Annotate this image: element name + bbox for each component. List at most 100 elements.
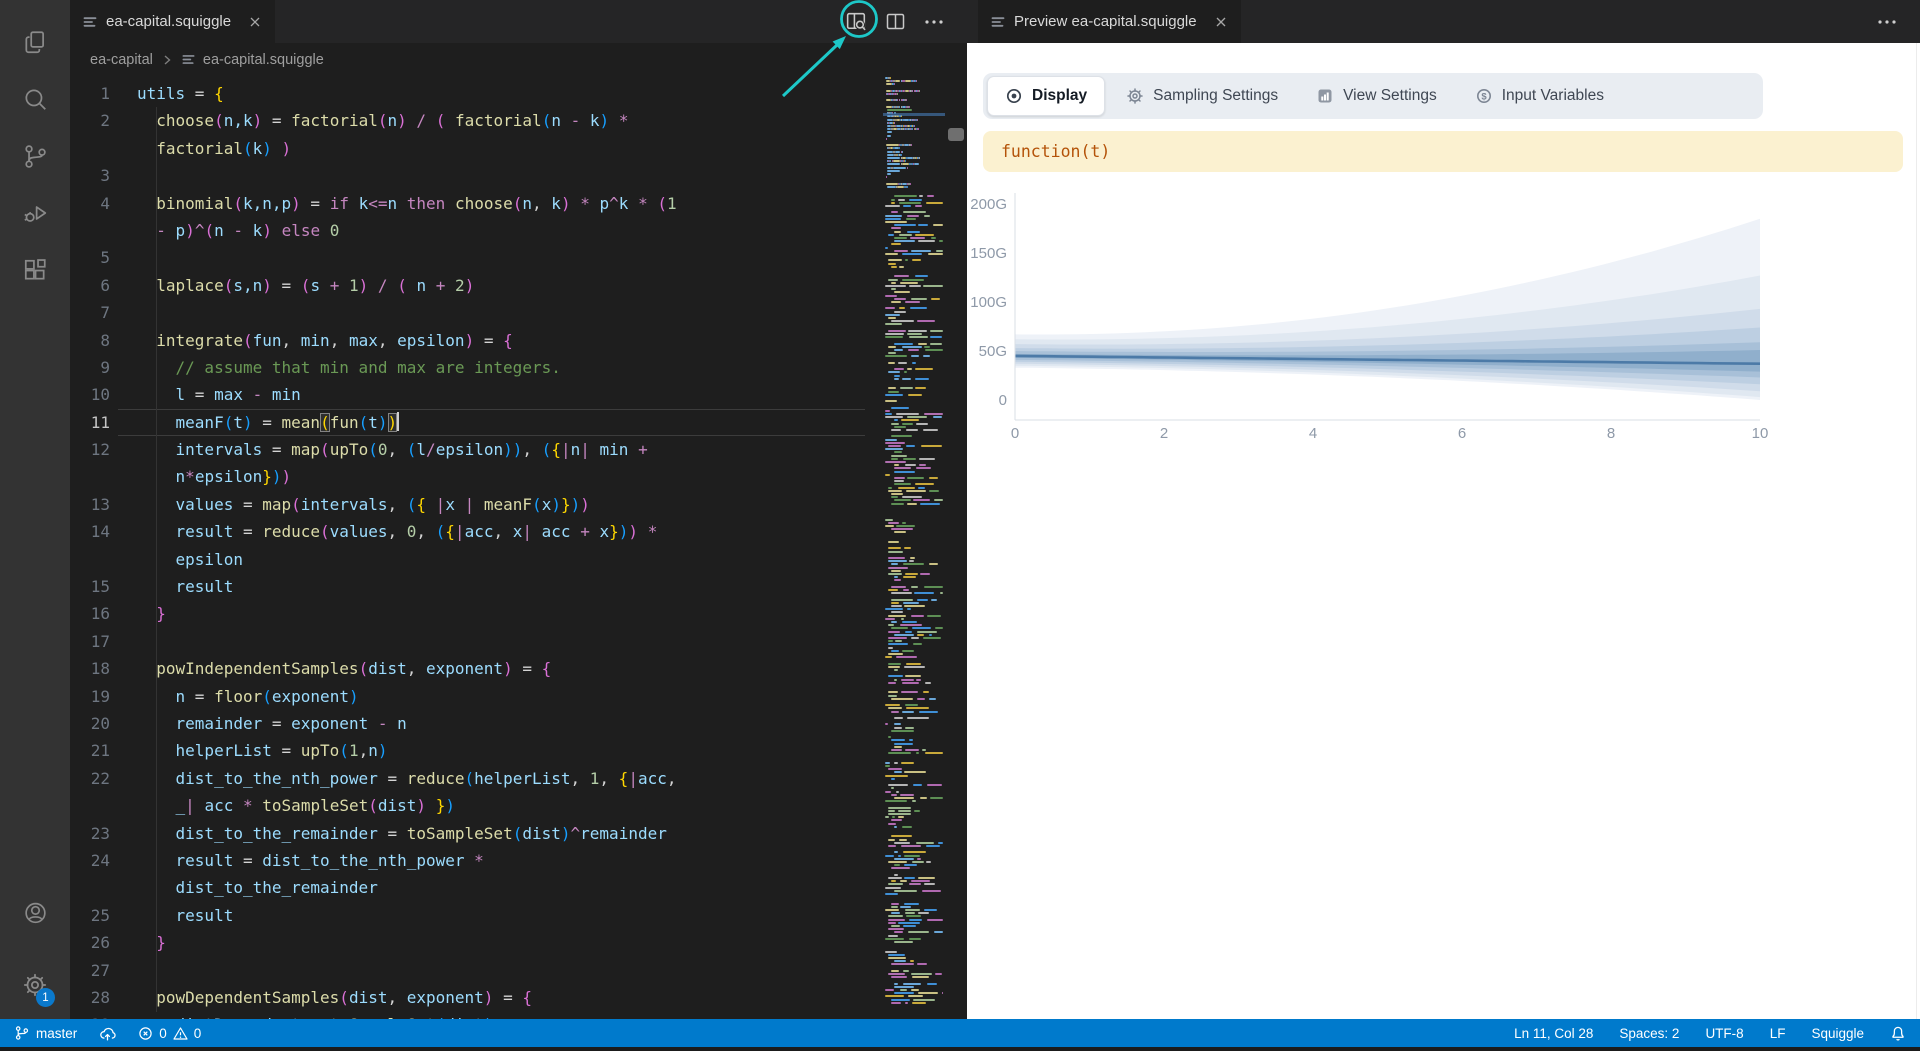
tab-title: Preview ea-capital.squiggle — [1014, 13, 1197, 30]
language-mode[interactable]: Squiggle — [1811, 1026, 1864, 1041]
more-actions-icon[interactable] — [923, 11, 945, 33]
publish-changes-button[interactable] — [99, 1025, 116, 1042]
line-number: 28 — [70, 984, 110, 1011]
close-tab-icon[interactable] — [1213, 14, 1229, 30]
line-number: 19 — [70, 683, 110, 710]
code-row[interactable]: 13 values = map(intervals, ({ |x | meanF… — [70, 491, 967, 518]
tab-sampling-settings[interactable]: Sampling Settings — [1109, 77, 1295, 115]
warning-count: 0 — [194, 1026, 202, 1041]
line-number: 22 — [70, 765, 110, 792]
line-number: 12 — [70, 436, 110, 463]
vscode-window: 1 ea-capital.squiggle — [0, 0, 1920, 1051]
code-row[interactable]: 17 — [70, 628, 967, 655]
breadcrumb: ea-capital ea-capital.squiggle — [70, 43, 967, 76]
close-tab-icon[interactable] — [247, 14, 263, 30]
code-row[interactable]: 12 intervals = map(upTo(0, (l/epsilon)),… — [70, 436, 967, 463]
code-row[interactable]: 2 choose(n,k) = factorial(n) / ( factori… — [70, 107, 967, 134]
code-row[interactable]: epsilon — [70, 546, 967, 573]
encoding[interactable]: UTF-8 — [1705, 1026, 1743, 1041]
eol-sequence[interactable]: LF — [1770, 1026, 1786, 1041]
code-row[interactable]: 28 powDependentSamples(dist, exponent) =… — [70, 984, 967, 1011]
tab-view-settings[interactable]: View Settings — [1299, 77, 1454, 115]
code-row[interactable]: 10 l = max - min — [70, 381, 967, 408]
source-control-icon[interactable] — [0, 127, 70, 185]
problems-item[interactable]: 0 0 — [138, 1026, 201, 1041]
code-row[interactable]: 20 remainder = exponent - n — [70, 710, 967, 737]
code-row[interactable]: 21 helperList = upTo(1,n) — [70, 737, 967, 764]
svg-text:200G: 200G — [970, 196, 1007, 213]
cursor-position[interactable]: Ln 11, Col 28 — [1514, 1026, 1593, 1041]
line-number — [70, 874, 110, 901]
line-number — [70, 792, 110, 819]
squiggle-file-icon — [181, 52, 196, 67]
code-row[interactable]: 5 — [70, 244, 967, 271]
tab-label: Sampling Settings — [1153, 87, 1278, 105]
code-row[interactable]: - p)^(n - k) else 0 — [70, 217, 967, 244]
tab-ea-capital-squiggle[interactable]: ea-capital.squiggle — [70, 0, 275, 43]
breadcrumb-folder[interactable]: ea-capital — [90, 52, 153, 68]
line-number: 10 — [70, 381, 110, 408]
squiggle-file-icon — [82, 14, 98, 30]
line-number: 8 — [70, 327, 110, 354]
account-icon[interactable] — [0, 884, 70, 942]
code-row[interactable]: 14 result = reduce(values, 0, ({|acc, x|… — [70, 518, 967, 545]
code-row[interactable]: 16 } — [70, 600, 967, 627]
code-row[interactable]: 18 powIndependentSamples(dist, exponent)… — [70, 655, 967, 682]
tab-label: Display — [1032, 87, 1087, 105]
code-row[interactable]: 8 integrate(fun, min, max, epsilon) = { — [70, 327, 967, 354]
line-number: 14 — [70, 518, 110, 545]
breadcrumb-file[interactable]: ea-capital.squiggle — [203, 52, 324, 68]
scrollbar-handle[interactable] — [948, 128, 964, 141]
svg-text:50G: 50G — [979, 343, 1007, 360]
code-row[interactable]: 9 // assume that min and max are integer… — [70, 354, 967, 381]
code-row[interactable]: 27 — [70, 957, 967, 984]
line-number: 24 — [70, 847, 110, 874]
code-area[interactable]: 1utils = {2 choose(n,k) = factorial(n) /… — [70, 76, 967, 1019]
code-row[interactable]: 4 binomial(k,n,p) = if k<=n then choose(… — [70, 190, 967, 217]
git-branch-icon — [14, 1025, 30, 1041]
line-number: 3 — [70, 162, 110, 189]
tab-display[interactable]: Display — [987, 76, 1105, 116]
code-row[interactable]: 22 dist_to_the_nth_power = reduce(helper… — [70, 765, 967, 792]
line-number: 9 — [70, 354, 110, 381]
code-row[interactable]: n*epsilon})) — [70, 463, 967, 490]
open-preview-icon[interactable] — [844, 9, 869, 34]
search-icon[interactable] — [0, 70, 70, 128]
notifications-bell-icon[interactable] — [1890, 1025, 1906, 1041]
code-row[interactable]: 6 laplace(s,n) = (s + 1) / ( n + 2) — [70, 272, 967, 299]
code-row[interactable]: 23 dist_to_the_remainder = toSampleSet(d… — [70, 820, 967, 847]
code-row[interactable]: 26 } — [70, 929, 967, 956]
code-row[interactable]: 19 n = floor(exponent) — [70, 683, 967, 710]
preview-scrollbar[interactable] — [1916, 43, 1917, 1019]
code-row[interactable]: 7 — [70, 299, 967, 326]
code-row[interactable]: 11 meanF(t) = mean(fun(t)) — [70, 409, 967, 436]
code-row[interactable]: 15 result — [70, 573, 967, 600]
line-number: 1 — [70, 80, 110, 107]
code-row[interactable]: 29 distDependent = toSampleSet(dist) — [70, 1011, 967, 1019]
tab-preview-ea-capital-squiggle[interactable]: Preview ea-capital.squiggle — [978, 0, 1241, 43]
function-banner[interactable]: function(t) — [983, 131, 1903, 172]
explorer-icon[interactable] — [0, 13, 70, 71]
split-editor-icon[interactable] — [884, 10, 908, 34]
code-row[interactable]: 1utils = { — [70, 80, 967, 107]
line-number: 29 — [70, 1011, 110, 1019]
extensions-icon[interactable] — [0, 241, 70, 299]
run-debug-icon[interactable] — [0, 184, 70, 242]
code-row[interactable]: factorial(k) ) — [70, 135, 967, 162]
code-row[interactable]: _| acc * toSampleSet(dist) }) — [70, 792, 967, 819]
settings-gear-icon[interactable] — [0, 956, 70, 1014]
bar-chart-icon — [1316, 87, 1334, 105]
git-branch-item[interactable]: master — [14, 1025, 77, 1041]
more-actions-icon[interactable] — [1876, 11, 1898, 33]
code-row[interactable]: dist_to_the_remainder — [70, 874, 967, 901]
status-bar: master 0 — [0, 1019, 1920, 1047]
code-row[interactable]: 25 result — [70, 902, 967, 929]
code-row[interactable]: 24 result = dist_to_the_nth_power * — [70, 847, 967, 874]
svg-text:0: 0 — [1011, 425, 1019, 442]
line-number: 27 — [70, 957, 110, 984]
code-row[interactable]: 3 — [70, 162, 967, 189]
indentation[interactable]: Spaces: 2 — [1619, 1026, 1679, 1041]
svg-text:4: 4 — [1309, 425, 1317, 442]
minimap[interactable] — [883, 75, 945, 1013]
tab-input-variables[interactable]: $ Input Variables — [1458, 77, 1621, 115]
